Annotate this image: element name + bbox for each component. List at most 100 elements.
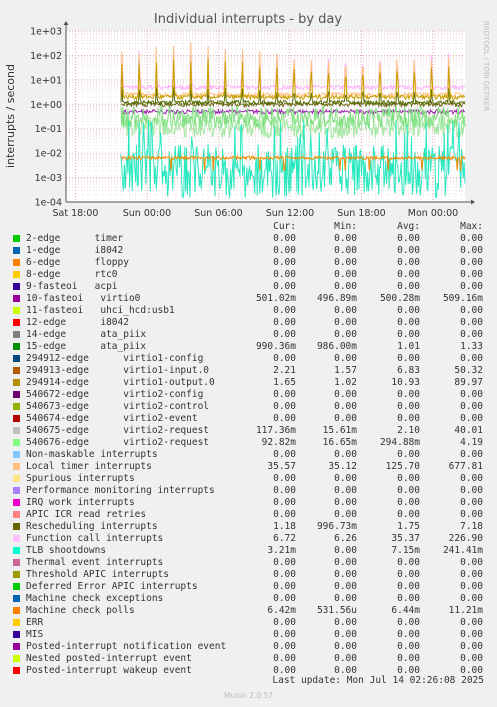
legend-label: 2-edge timer [26, 233, 124, 244]
legend-label: 10-fasteoi virtio0 [26, 293, 141, 304]
legend-avg-value: 1.01 [397, 341, 420, 352]
rrdtool-credit: RRDTOOL / TOBI OETIKER [482, 21, 490, 111]
legend-avg-value: 0.00 [397, 401, 420, 412]
legend-avg-value: 0.00 [397, 329, 420, 340]
legend-label: 11-fasteoi uhci_hcd:usb1 [26, 305, 175, 316]
legend-row: Threshold APIC interrupts 0.00 0.00 0.00 0.0… [0, 569, 497, 581]
legend-min-value: 0.00 [334, 389, 357, 400]
legend-label: IRQ work interrupts [26, 497, 135, 508]
legend-max-value: 0.00 [460, 317, 483, 328]
legend-label: 540672-edge virtio2-config [26, 389, 204, 400]
legend-row: 6-edge floppy 0.00 0.00 0.00 0.00 [0, 257, 497, 269]
legend-avg-value: 7.15m [391, 545, 420, 556]
legend-swatch [13, 547, 20, 554]
legend-row: Nested posted-interrupt event 0.00 0.00 0.0… [0, 653, 497, 665]
legend-swatch [13, 391, 20, 398]
legend-swatch [13, 415, 20, 422]
legend-cur-value: 0.00 [273, 485, 296, 496]
legend-min-value: 0.00 [334, 449, 357, 460]
legend-cur-value: 117.36m [255, 425, 296, 436]
legend-swatch [13, 643, 20, 650]
legend-avg-value: 35.37 [391, 533, 420, 544]
legend-swatch [13, 235, 20, 242]
legend-cur-value: 501.02m [255, 293, 296, 304]
legend-max-value: 0.00 [460, 233, 483, 244]
legend-row: Deferred Error APIC interrupts 0.00 0.00 0.… [0, 581, 497, 593]
legend-min-value: 996.73m [316, 521, 357, 532]
y-tick-label: 1e-02 [35, 149, 62, 160]
x-tick-label: Sun 18:00 [337, 208, 385, 219]
legend-swatch [13, 559, 20, 566]
legend-avg-value: 0.00 [397, 593, 420, 604]
y-tick-label: 1e-04 [35, 198, 62, 209]
legend: Cur: Min: Avg: Max: 2-edge timer 0.00 0.00… [0, 221, 497, 677]
legend-avg-value: 0.00 [397, 413, 420, 424]
legend-min-value: 0.00 [334, 593, 357, 604]
legend-cur-value: 0.00 [273, 401, 296, 412]
legend-max-value: 0.00 [460, 329, 483, 340]
legend-swatch [13, 595, 20, 602]
legend-label: 540676-edge virtio2-request [26, 437, 210, 448]
legend-min-value: 0.00 [334, 281, 357, 292]
legend-max-value: 677.81 [448, 461, 483, 472]
legend-row: 294912-edge virtio1-config 0.00 0.00 0.00 0.… [0, 353, 497, 365]
legend-avg-value: 0.00 [397, 245, 420, 256]
legend-label: Posted-interrupt notification event [26, 641, 227, 652]
x-tick-label: Sun 12:00 [266, 208, 314, 219]
legend-label: 9-fasteoi acpi [26, 281, 118, 292]
legend-avg-value: 125.70 [385, 461, 420, 472]
legend-max-value: 0.00 [460, 569, 483, 580]
legend-swatch [13, 283, 20, 290]
legend-swatch [13, 319, 20, 326]
legend-row: Posted-interrupt notification event 0.00 0… [0, 641, 497, 653]
legend-cur-value: 0.00 [273, 629, 296, 640]
legend-row: 15-edge ata_piix 990.36m 986.00m 1.01 1.33 [0, 341, 497, 353]
legend-label: Rescheduling interrupts [26, 521, 158, 532]
legend-cur-value: 0.00 [273, 305, 296, 316]
legend-swatch [13, 259, 20, 266]
legend-avg-value: 0.00 [397, 509, 420, 520]
legend-max-value: 0.00 [460, 245, 483, 256]
legend-cur-value: 0.00 [273, 245, 296, 256]
legend-min-value: 0.00 [334, 545, 357, 556]
legend-cur-value: 35.57 [267, 461, 296, 472]
legend-avg-value: 0.00 [397, 233, 420, 244]
legend-label: 294914-edge virtio1-output.0 [26, 377, 215, 388]
legend-label: 14-edge ata_piix [26, 329, 147, 340]
legend-max-value: 1.33 [460, 341, 483, 352]
legend-cur-value: 0.00 [273, 641, 296, 652]
legend-max-value: 509.16m [442, 293, 483, 304]
x-tick-label: Mon 00:00 [408, 208, 458, 219]
legend-swatch [13, 403, 20, 410]
legend-swatch [13, 607, 20, 614]
legend-row: 540673-edge virtio2-control 0.00 0.00 0.00 0… [0, 401, 497, 413]
y-axis-label: interrupts / second [4, 64, 17, 168]
legend-avg-value: 0.00 [397, 257, 420, 268]
legend-max-value: 0.00 [460, 353, 483, 364]
legend-row: Local timer interrupts 35.57 35.12 125.70 67… [0, 461, 497, 473]
legend-min-value: 0.00 [334, 497, 357, 508]
legend-swatch [13, 295, 20, 302]
legend-max-value: 0.00 [460, 257, 483, 268]
legend-cur-value: 0.00 [273, 413, 296, 424]
legend-swatch [13, 331, 20, 338]
legend-row: 14-edge ata_piix 0.00 0.00 0.00 0.00 [0, 329, 497, 341]
legend-min-value: 0.00 [334, 581, 357, 592]
legend-cur-value: 0.00 [273, 557, 296, 568]
legend-avg-value: 0.00 [397, 473, 420, 484]
legend-cur-value: 0.00 [273, 389, 296, 400]
legend-row: IRQ work interrupts 0.00 0.00 0.00 0.00 [0, 497, 497, 509]
legend-avg-value: 0.00 [397, 317, 420, 328]
legend-row: 8-edge rtc0 0.00 0.00 0.00 0.00 [0, 269, 497, 281]
legend-avg-value: 0.00 [397, 485, 420, 496]
y-tick-label: 1e-01 [35, 124, 62, 135]
legend-cur-value: 6.72 [273, 533, 296, 544]
last-update: Last update: Mon Jul 14 02:26:08 2025 [272, 675, 484, 686]
legend-max-value: 0.00 [460, 581, 483, 592]
legend-min-value: 0.00 [334, 317, 357, 328]
legend-min-value: 0.00 [334, 473, 357, 484]
footer: Last update: Mon Jul 14 02:26:08 2025 [0, 675, 497, 687]
legend-avg-value: 500.28m [379, 293, 420, 304]
legend-label: 294912-edge virtio1-config [26, 353, 204, 364]
legend-swatch [13, 271, 20, 278]
